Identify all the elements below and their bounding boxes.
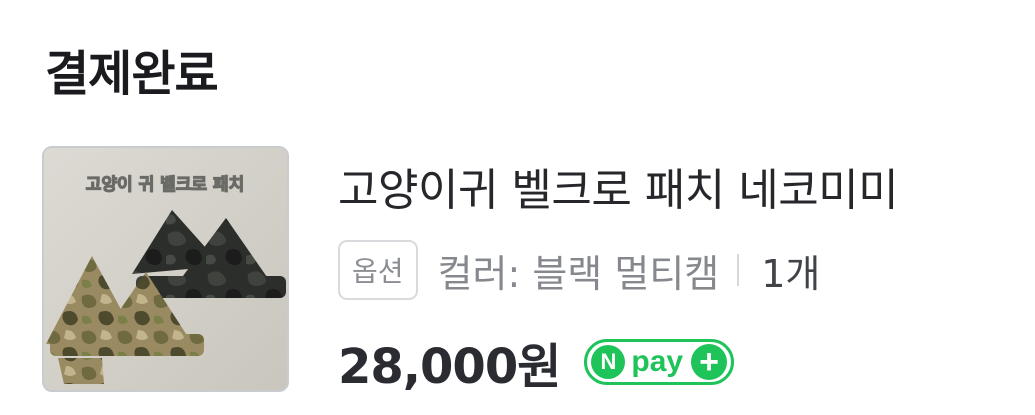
option-divider: [737, 254, 740, 286]
option-value: 컬러: 블랙 멀티캠: [437, 251, 720, 296]
order-complete-title: 결제완료: [45, 46, 219, 102]
product-thumbnail[interactable]: 고양이 귀 벨크로 패치: [42, 146, 289, 392]
product-price: 28,000원: [338, 339, 561, 395]
option-badge: 옵션: [338, 240, 418, 300]
option-row: 옵션 컬러: 블랙 멀티캠 1개: [338, 240, 820, 300]
multicam-velcro-side: [58, 358, 104, 384]
npay-plus-badge: N pay +: [584, 339, 735, 385]
npay-label: pay: [631, 345, 684, 378]
plus-icon: +: [691, 344, 728, 380]
option-quantity: 1개: [761, 251, 821, 296]
multicam-velcro-base: [50, 334, 204, 356]
thumbnail-caption: 고양이 귀 벨크로 패치: [86, 175, 245, 195]
naver-n-icon: N: [591, 345, 626, 379]
product-name[interactable]: 고양이귀 벨크로 패치 네코미미: [338, 154, 899, 218]
price-row: 28,000원 N pay +: [338, 330, 735, 395]
order-item[interactable]: 고양이 귀 벨크로 패치 고양이귀 벨크로 패치 네코미미 옵션 컬러: 블랙 …: [42, 146, 1035, 396]
